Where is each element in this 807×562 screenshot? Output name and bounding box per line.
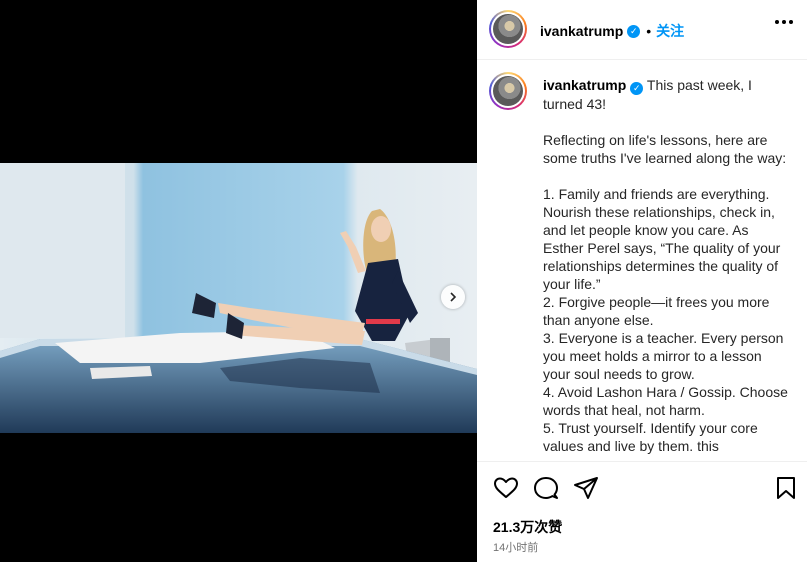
- follow-button[interactable]: 关注: [656, 21, 684, 41]
- more-options-icon[interactable]: [775, 20, 793, 24]
- avatar[interactable]: [489, 10, 527, 48]
- verified-badge-icon: ✓: [627, 24, 641, 38]
- post-media: [0, 0, 477, 562]
- post-photo: [0, 163, 477, 433]
- separator: •: [646, 23, 652, 39]
- next-image-button[interactable]: [441, 285, 465, 309]
- comment-icon[interactable]: [533, 476, 559, 500]
- share-icon[interactable]: [573, 476, 599, 500]
- bookmark-icon[interactable]: [775, 476, 797, 500]
- post-caption: ivankatrump ✓ This past week, I turned 43…: [543, 76, 789, 455]
- heart-icon[interactable]: [493, 476, 519, 500]
- post-header: ivankatrump ✓ • 关注: [477, 0, 807, 60]
- action-bar: [493, 476, 798, 502]
- caption-username-link[interactable]: ivankatrump: [543, 77, 626, 93]
- post-timestamp[interactable]: 14小时前: [493, 539, 538, 555]
- username-link[interactable]: ivankatrump: [540, 23, 623, 39]
- divider: [477, 461, 807, 462]
- likes-count[interactable]: 21.3万次赞: [493, 517, 562, 537]
- chevron-right-icon: [450, 292, 457, 302]
- post-sidebar: ivankatrump ✓ • 关注 ivankatrump ✓ This pas…: [477, 0, 807, 562]
- caption-text: This past week, I turned 43! Reflecting …: [543, 77, 788, 454]
- comments-area[interactable]: ivankatrump ✓ This past week, I turned 43…: [477, 60, 807, 461]
- caption-avatar[interactable]: [489, 72, 527, 110]
- verified-badge-icon: ✓: [630, 81, 644, 95]
